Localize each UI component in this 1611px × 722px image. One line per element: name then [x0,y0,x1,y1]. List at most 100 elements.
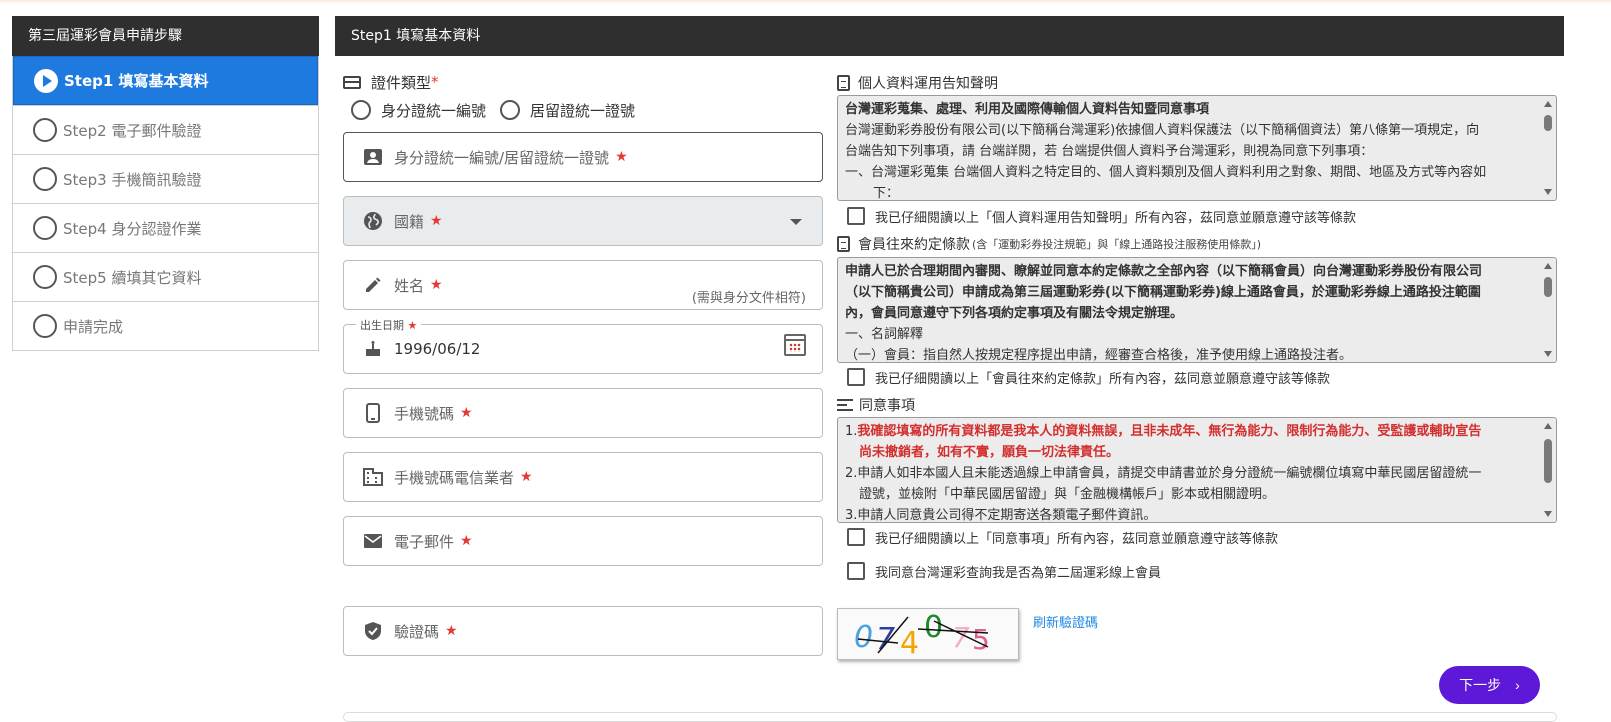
step-item-5[interactable]: Step5 續填其它資料 [13,252,318,301]
terms-line: （以下簡稱貴公司）申請成為第三屆運動彩券(以下簡稱運動彩券)線上通路會員，於運動… [845,285,1481,300]
privacy-agree-row[interactable]: 我已仔細閱讀以上「個人資料運用告知聲明」所有內容，茲同意並願意遵守該等條款 [847,205,1356,227]
chevron-down-icon [790,219,802,225]
terms-line: 內，會員同意遵守下列各項約定事項及有關法令規定辦理。 [845,306,1184,321]
consent-item-2-cont: 證號，並檢附「中華民國居留證」與「金融機構帳戶」影本或相關證明。 [859,487,1276,502]
consent-agree-label: 我已仔細閱讀以上「同意事項」所有內容，茲同意並願意遵守該等條款 [875,531,1279,547]
scrollbar[interactable] [1542,99,1554,197]
radio-label-residence-permit[interactable]: 居留證統一證號 [530,100,635,121]
captcha-input[interactable]: 驗證碼 ★ [343,606,823,656]
privacy-line: 下： [873,186,900,201]
scroll-thumb [1544,115,1552,131]
birthday-input[interactable]: 出生日期 ★ 1996/06/12 [343,317,823,374]
terms-title-row: 會員往來約定條款 (含「運動彩券投注規範」與「線上通路投注服務使用條款」) [837,233,1261,255]
consent-title: 同意事項 [859,398,915,414]
terms-line: 申請人已於合理期間內審閱、瞭解並同意本約定條款之全部內容（以下簡稱會員）向台灣運… [845,264,1483,279]
step-item-1[interactable]: Step1 填寫基本資料 [13,56,318,105]
document-icon [837,75,850,91]
doc-type-options: 身分證統一編號 居留證統一證號 [343,98,823,122]
required-star: ★ [520,469,533,485]
email-input[interactable]: 電子郵件 ★ [343,516,823,566]
id-number-input[interactable]: 身分證統一編號/居留證統一證號 ★ [343,132,823,182]
doc-type-label-row: 證件類型 * [343,70,823,94]
next-step-button[interactable]: 下一步 › [1439,666,1540,704]
name-hint: (需與身分文件相符) [691,291,806,306]
required-star: ★ [460,405,473,421]
captcha-char: 4 [900,626,919,661]
pencil-icon [362,274,384,296]
doc-type-group: 證件類型 * 身分證統一編號 居留證統一證號 [343,70,823,122]
chevron-right-icon: › [1515,677,1520,693]
radio-label-id-card[interactable]: 身分證統一編號 [381,100,486,121]
empty-circle-icon [33,265,57,289]
captcha-placeholder: 驗證碼 [394,622,440,641]
building-icon [362,466,384,488]
sidebar-title: 第三屆運彩會員申請步驟 [12,16,319,56]
consent-agree-checkbox[interactable] [847,528,865,546]
required-star: ★ [430,277,443,293]
phone-icon [362,402,384,424]
terms-agree-row[interactable]: 我已仔細閱讀以上「會員往來約定條款」所有內容，茲同意並願意遵守該等條款 [847,366,1330,388]
nationality-placeholder: 國籍 [394,212,425,231]
captcha-char: 5 [972,623,990,656]
consent-title-row: 同意事項 [837,394,915,416]
scroll-down-icon [1544,351,1552,357]
refresh-captcha-link[interactable]: 刷新驗證碼 [1033,612,1098,631]
privacy-title: 個人資料運用告知聲明 [858,76,998,92]
step-item-done[interactable]: 申請完成 [13,301,318,350]
next-step-label: 下一步 [1459,677,1502,693]
scroll-up-icon [1544,101,1552,107]
captcha-image: 0 7 4 0 7 5 [837,608,1019,661]
required-mark: * [431,73,439,91]
consent-agree-row[interactable]: 我已仔細閱讀以上「同意事項」所有內容，茲同意並願意遵守該等條款 [847,526,1278,548]
radio-id-card[interactable] [351,100,371,120]
previous-member-row[interactable]: 我同意台灣運彩查詢我是否為第二屆運彩線上會員 [847,560,1161,582]
required-star: ★ [445,623,458,639]
consent-textbox[interactable]: 1.我確認填寫的所有資料都是我本人的資料無誤，且非未成年、無行為能力、限制行為能… [837,417,1557,523]
empty-circle-icon [33,314,57,338]
id-badge-icon [362,146,384,168]
terms-line: （一）會員：指自然人按規定程序提出申請，經審查合格後，准予使用線上通路投注者。 [845,348,1353,363]
previous-member-label: 我同意台灣運彩查詢我是否為第二屆運彩線上會員 [875,565,1162,581]
privacy-textbox[interactable]: 台灣運彩蒐集、處理、利用及國際傳輸個人資料告知暨同意事項 台灣運動彩券股份有限公… [837,95,1557,201]
carrier-input[interactable]: 手機號碼電信業者 ★ [343,452,823,502]
step-label: Step5 續填其它資料 [63,268,202,287]
email-placeholder: 電子郵件 [394,532,455,551]
previous-member-checkbox[interactable] [847,562,865,580]
captcha-char: 0 [854,620,873,655]
step-item-4[interactable]: Step4 身分認證作業 [13,203,318,252]
scrollbar[interactable] [1542,421,1554,519]
page-title: Step1 填寫基本資料 [335,16,1564,56]
step-label: Step3 手機簡訊驗證 [63,170,202,189]
scroll-up-icon [1544,263,1552,269]
required-star: ★ [430,213,443,229]
birthday-legend: 出生日期 ★ [356,317,422,333]
name-input[interactable]: 姓名 ★ (需與身分文件相符) [343,260,823,310]
calendar-icon[interactable] [784,334,806,356]
birthday-value: 1996/06/12 [394,340,481,358]
scroll-thumb [1544,439,1552,483]
bottom-panel-edge [343,712,1557,722]
terms-textbox[interactable]: 申請人已於合理期間內審閱、瞭解並同意本約定條款之全部內容（以下簡稱會員）向台灣運… [837,257,1557,363]
step-item-3[interactable]: Step3 手機簡訊驗證 [13,154,318,203]
step-label: Step4 身分認證作業 [63,219,202,238]
privacy-agree-checkbox[interactable] [847,207,865,225]
consent-item-2: 2.申請人如非本國人且未能透過線上申請會員，請提交申請書並於身分證統一編號欄位填… [845,466,1482,481]
step-item-2[interactable]: Step2 電子郵件驗證 [13,105,318,154]
mobile-input[interactable]: 手機號碼 ★ [343,388,823,438]
scroll-up-icon [1544,423,1552,429]
privacy-title-row: 個人資料運用告知聲明 [837,72,998,94]
nationality-select[interactable]: 國籍 ★ [343,196,823,246]
radio-residence-permit[interactable] [500,100,521,120]
captcha-char: 0 [924,610,943,645]
scrollbar[interactable] [1542,261,1554,359]
required-star: ★ [615,149,628,165]
carrier-placeholder: 手機號碼電信業者 [394,468,515,487]
globe-icon [362,210,384,232]
credit-card-icon [343,75,361,89]
terms-subtitle: (含「運動彩券投注規範」與「線上通路投注服務使用條款」) [972,238,1262,251]
empty-circle-icon [33,167,57,191]
consent-item-3: 3.申請人同意貴公司得不定期寄送各類電子郵件資訊。 [845,508,1157,523]
empty-circle-icon [33,118,57,142]
id-number-placeholder: 身分證統一編號/居留證統一證號 [394,148,610,167]
terms-agree-checkbox[interactable] [847,368,865,386]
